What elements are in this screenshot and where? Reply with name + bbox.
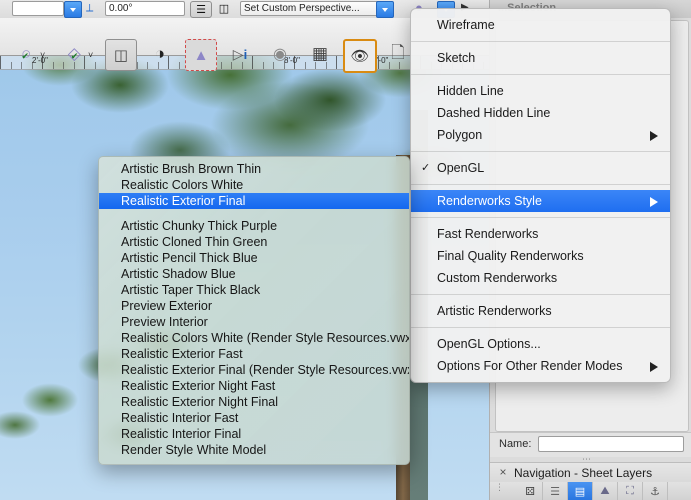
ruler-tick <box>336 55 337 69</box>
toolbar-drag-dots[interactable]: ⋮ <box>495 483 504 492</box>
navigation-header: × Navigation - Sheet Layers <box>490 462 691 484</box>
view-field[interactable] <box>12 1 64 16</box>
style-item-realistic-colors-white-render-style-resources-vwx[interactable]: Realistic Colors White (Render Style Res… <box>99 330 409 346</box>
ruler-tick <box>94 62 96 69</box>
menu-item-label: Renderworks Style <box>437 194 542 208</box>
ruler-tick <box>0 55 1 69</box>
menu-item-renderworks-style[interactable]: Renderworks Style <box>411 190 670 212</box>
style-item-realistic-interior-fast[interactable]: Realistic Interior Fast <box>99 410 409 426</box>
lighting-options-icon[interactable]: ◇ ✔ <box>58 39 88 69</box>
menu-item-wireframe[interactable]: Wireframe <box>411 14 670 36</box>
style-item-preview-exterior[interactable]: Preview Exterior <box>99 298 409 314</box>
check-icon: ✓ <box>421 162 431 174</box>
menu-item-opengl-options[interactable]: OpenGL Options... <box>411 333 670 355</box>
lighting-chevron-down-icon[interactable]: ˅ <box>88 50 93 60</box>
menu-item-opengl[interactable]: ✓ OpenGL <box>411 157 670 179</box>
menu-separator <box>411 217 670 218</box>
split-view-icon[interactable]: ◫ <box>214 1 234 16</box>
menu-item-label: Final Quality Renderworks <box>437 249 584 263</box>
menu-item-label: Hidden Line <box>437 84 504 98</box>
rotation-axis-icon: ⟂ <box>86 2 94 14</box>
object-info-icon[interactable]: ▷ i <box>225 39 255 69</box>
nav-viewports-icon[interactable]: ⛰ <box>593 482 618 500</box>
menu-item-polygon[interactable]: Polygon <box>411 124 670 146</box>
nav-saved-views-icon[interactable]: ⛶ <box>618 482 643 500</box>
ruler-tick <box>220 62 222 69</box>
nav-references-icon[interactable]: ⚓ <box>643 482 668 500</box>
style-item-artistic-pencil-thick-blue[interactable]: Artistic Pencil Thick Blue <box>99 250 409 266</box>
grid-icon[interactable]: ▦ <box>305 39 335 69</box>
ruler-tick <box>262 62 264 69</box>
render-mode-menu[interactable]: Wireframe Sketch Hidden Line Dashed Hidden … <box>410 8 671 383</box>
close-icon[interactable]: × <box>497 466 509 478</box>
menu-separator <box>411 294 670 295</box>
menu-item-dashed-hidden-line[interactable]: Dashed Hidden Line <box>411 102 670 124</box>
menu-item-label: Options For Other Render Modes <box>437 359 623 373</box>
angle-field[interactable]: 0.00° <box>105 1 185 16</box>
walkthrough-icon[interactable]: ◉ <box>265 39 295 69</box>
menu-item-hidden-line[interactable]: Hidden Line <box>411 80 670 102</box>
layers-stack-icon[interactable]: ☰ <box>190 1 212 18</box>
style-item-artistic-brush-brown-thin[interactable]: Artistic Brush Brown Thin <box>99 161 409 177</box>
perspective-select-stepper[interactable] <box>376 1 394 18</box>
menu-item-label: Polygon <box>437 128 483 142</box>
menu-item-options-for-other-render-modes[interactable]: Options For Other Render Modes <box>411 355 670 377</box>
menu-separator <box>411 41 670 42</box>
menu-item-label: OpenGL <box>437 161 485 175</box>
clip-cube-icon[interactable]: ◫ <box>105 39 137 71</box>
menu-item-label: Custom Renderworks <box>437 271 558 285</box>
nav-classes-icon[interactable]: ⚄ <box>518 482 543 500</box>
navigation-toolbar: ⋮ ⚄ ☰ ▤ ⛰ ⛶ ⚓ <box>490 482 691 500</box>
style-item-render-style-white-model[interactable]: Render Style White Model <box>99 442 409 458</box>
style-item-realistic-colors-white[interactable]: Realistic Colors White <box>99 177 409 193</box>
menu-separator <box>411 74 670 75</box>
submenu-arrow-icon <box>650 362 658 372</box>
nav-design-layers-icon[interactable]: ☰ <box>543 482 568 500</box>
menu-item-label: Dashed Hidden Line <box>437 106 551 120</box>
menu-separator <box>411 327 670 328</box>
submenu-separator <box>99 209 409 218</box>
name-input[interactable] <box>538 436 684 452</box>
render-modes-chevron-down-icon[interactable]: ˅ <box>40 50 45 60</box>
ruler-tick <box>178 62 180 69</box>
style-item-artistic-taper-thick-black[interactable]: Artistic Taper Thick Black <box>99 282 409 298</box>
style-item-realistic-exterior-night-final[interactable]: Realistic Exterior Night Final <box>99 394 409 410</box>
style-item-realistic-exterior-night-fast[interactable]: Realistic Exterior Night Fast <box>99 378 409 394</box>
contrast-icon[interactable]: ◑ <box>145 39 175 69</box>
menu-item-artistic-renderworks[interactable]: Artistic Renderworks <box>411 300 670 322</box>
camera-view-icon[interactable]: 👁 <box>343 39 377 73</box>
navigation-title: Navigation - Sheet Layers <box>514 466 653 480</box>
view-stepper[interactable] <box>64 1 82 18</box>
style-item-realistic-exterior-final-render-style-resources-vwx[interactable]: Realistic Exterior Final (Render Style R… <box>99 362 409 378</box>
style-item-artistic-cloned-thin-green[interactable]: Artistic Cloned Thin Green <box>99 234 409 250</box>
menu-item-final-quality-renderworks[interactable]: Final Quality Renderworks <box>411 245 670 267</box>
menu-item-label: OpenGL Options... <box>437 337 541 351</box>
renderworks-style-submenu[interactable]: Artistic Brush Brown Thin Realistic Color… <box>98 156 410 465</box>
menu-item-label: Wireframe <box>437 18 495 32</box>
menu-item-label: Artistic Renderworks <box>437 304 552 318</box>
style-item-artistic-shadow-blue[interactable]: Artistic Shadow Blue <box>99 266 409 282</box>
menu-separator <box>411 184 670 185</box>
menu-item-label: Sketch <box>437 51 476 65</box>
menu-item-custom-renderworks[interactable]: Custom Renderworks <box>411 267 670 289</box>
perspective-select[interactable]: Set Custom Perspective... <box>240 1 392 16</box>
style-item-artistic-chunky-thick-purple[interactable]: Artistic Chunky Thick Purple <box>99 218 409 234</box>
menu-item-fast-renderworks[interactable]: Fast Renderworks <box>411 223 670 245</box>
style-item-preview-interior[interactable]: Preview Interior <box>99 314 409 330</box>
submenu-arrow-icon <box>650 197 658 207</box>
name-label: Name: <box>499 438 532 450</box>
nav-sheet-layers-icon[interactable]: ▤ <box>568 482 593 500</box>
background-render-icon[interactable]: ▲ <box>185 39 217 71</box>
render-modes-icon[interactable]: ○ ✔ <box>10 39 40 69</box>
menu-separator <box>411 151 670 152</box>
new-sheet-icon[interactable]: 🗋 <box>383 39 413 69</box>
style-item-realistic-exterior-fast[interactable]: Realistic Exterior Fast <box>99 346 409 362</box>
style-item-realistic-exterior-final[interactable]: Realistic Exterior Final <box>99 193 409 209</box>
submenu-arrow-icon <box>650 131 658 141</box>
menu-item-sketch[interactable]: Sketch <box>411 47 670 69</box>
style-item-realistic-interior-final[interactable]: Realistic Interior Final <box>99 426 409 442</box>
menu-item-label: Fast Renderworks <box>437 227 539 241</box>
ruler-tick <box>52 62 54 69</box>
panel-resize-grip[interactable]: ⋯ <box>582 455 602 464</box>
